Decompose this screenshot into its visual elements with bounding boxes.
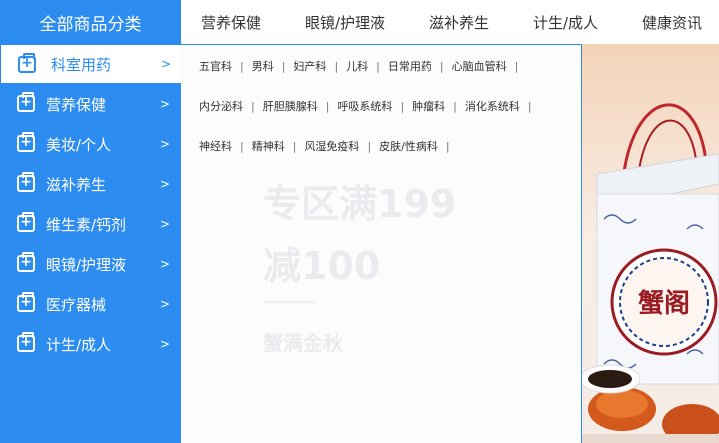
subcategory-link[interactable]: 男科 bbox=[252, 60, 274, 73]
promo-banner-image[interactable]: 蟹阁 bbox=[582, 44, 719, 443]
sidebar-item-medical-devices[interactable]: 医疗器械 > bbox=[0, 284, 181, 324]
subcategory-row-3: 神经科 | 精神科 | 风湿免疫科 | 皮肤/性病科 | bbox=[199, 140, 450, 153]
nav-link-family-planning[interactable]: 计生/成人 bbox=[533, 12, 598, 33]
sidebar-item-label: 计生/成人 bbox=[46, 335, 112, 354]
chevron-right-icon: > bbox=[160, 97, 171, 111]
subcategory-row-2: 内分泌科 | 肝胆胰腺科 | 呼吸系统科 | 肿瘤科 | 消化系统科 | bbox=[199, 100, 532, 113]
sidebar-item-department-medicine[interactable]: 科室用药 > bbox=[0, 44, 181, 84]
subcategory-link[interactable]: 呼吸系统科 bbox=[337, 100, 392, 113]
sidebar-item-tonic[interactable]: 滋补养生 > bbox=[0, 164, 181, 204]
subcategory-link[interactable]: 肝胆胰腺科 bbox=[263, 100, 318, 113]
medicine-kit-icon bbox=[17, 212, 35, 232]
subcategory-link[interactable]: 五官科 bbox=[199, 60, 232, 73]
chevron-right-icon: > bbox=[160, 217, 171, 231]
chevron-right-icon: > bbox=[160, 297, 171, 311]
sidebar-item-label: 美妆/个人 bbox=[46, 135, 112, 154]
sidebar-item-label: 医疗器械 bbox=[46, 295, 107, 314]
medicine-kit-icon bbox=[17, 172, 35, 192]
sidebar-item-eyewear[interactable]: 眼镜/护理液 > bbox=[0, 244, 181, 284]
sidebar-item-beauty[interactable]: 美妆/个人 > bbox=[0, 124, 181, 164]
top-navigation: 全部商品分类 营养保健 眼镜/护理液 滋补养生 计生/成人 健康资讯 bbox=[0, 0, 719, 44]
banner-headline-2: 减100 bbox=[263, 244, 381, 288]
category-sidebar: 科室用药 > 营养保健 > 美妆/个人 > 滋补养生 > 维生素/钙剂 > 眼镜… bbox=[0, 44, 181, 443]
sidebar-item-label: 营养保健 bbox=[46, 95, 107, 114]
medicine-kit-icon bbox=[17, 252, 35, 272]
sidebar-item-nutrition[interactable]: 营养保健 > bbox=[0, 84, 181, 124]
chevron-right-icon: > bbox=[160, 177, 171, 191]
subcategory-link[interactable]: 消化系统科 bbox=[465, 100, 520, 113]
medicine-kit-icon bbox=[18, 53, 36, 73]
nav-link-eyewear[interactable]: 眼镜/护理液 bbox=[305, 12, 385, 33]
chevron-right-icon: > bbox=[160, 337, 171, 351]
medicine-kit-icon bbox=[17, 292, 35, 312]
medicine-kit-icon bbox=[17, 132, 35, 152]
banner-headline-1: 专区满199 bbox=[263, 182, 457, 226]
subcategory-link[interactable]: 精神科 bbox=[252, 140, 285, 153]
subcategory-link[interactable]: 肿瘤科 bbox=[412, 100, 445, 113]
sidebar-item-label: 维生素/钙剂 bbox=[46, 215, 127, 234]
medicine-kit-icon bbox=[17, 92, 35, 112]
nav-link-tonic[interactable]: 滋补养生 bbox=[429, 12, 489, 33]
chevron-right-icon: > bbox=[160, 257, 171, 271]
category-flyout-panel: 专区满199 减100 蟹满金秋 五官科 | 男科 | 妇产科 | 儿科 | 日常用药 | 心脑血管… bbox=[181, 44, 582, 443]
all-categories-header[interactable]: 全部商品分类 bbox=[0, 0, 181, 44]
subcategory-link[interactable]: 日常用药 bbox=[388, 60, 432, 73]
subcategory-row-1: 五官科 | 男科 | 妇产科 | 儿科 | 日常用药 | 心脑血管科 | bbox=[199, 60, 519, 73]
emblem-text: 蟹阁 bbox=[638, 288, 690, 319]
subcategory-link[interactable]: 内分泌科 bbox=[199, 100, 243, 113]
subcategory-link[interactable]: 妇产科 bbox=[293, 60, 326, 73]
chevron-right-icon: > bbox=[160, 137, 171, 151]
subcategory-link[interactable]: 心脑血管科 bbox=[452, 60, 507, 73]
nav-link-nutrition[interactable]: 营养保健 bbox=[201, 12, 261, 33]
subcategory-link[interactable]: 儿科 bbox=[346, 60, 368, 73]
subcategory-link[interactable]: 皮肤/性病科 bbox=[379, 140, 438, 153]
sidebar-item-label: 科室用药 bbox=[51, 55, 112, 74]
sidebar-item-label: 滋补养生 bbox=[46, 175, 107, 194]
banner-subtitle: 蟹满金秋 bbox=[263, 331, 343, 355]
sidebar-item-vitamins[interactable]: 维生素/钙剂 > bbox=[0, 204, 181, 244]
medicine-kit-icon bbox=[17, 332, 35, 352]
subcategory-link[interactable]: 风湿免疫科 bbox=[304, 140, 359, 153]
hairy-crab-gift-box-illustration: 蟹阁 bbox=[582, 44, 719, 443]
chevron-right-icon: > bbox=[161, 57, 172, 71]
sidebar-item-family-planning[interactable]: 计生/成人 > bbox=[0, 324, 181, 364]
sidebar-item-label: 眼镜/护理液 bbox=[46, 255, 127, 274]
subcategory-link[interactable]: 神经科 bbox=[199, 140, 232, 153]
banner-divider bbox=[263, 301, 315, 303]
nav-link-health-news[interactable]: 健康资讯 bbox=[642, 12, 702, 33]
